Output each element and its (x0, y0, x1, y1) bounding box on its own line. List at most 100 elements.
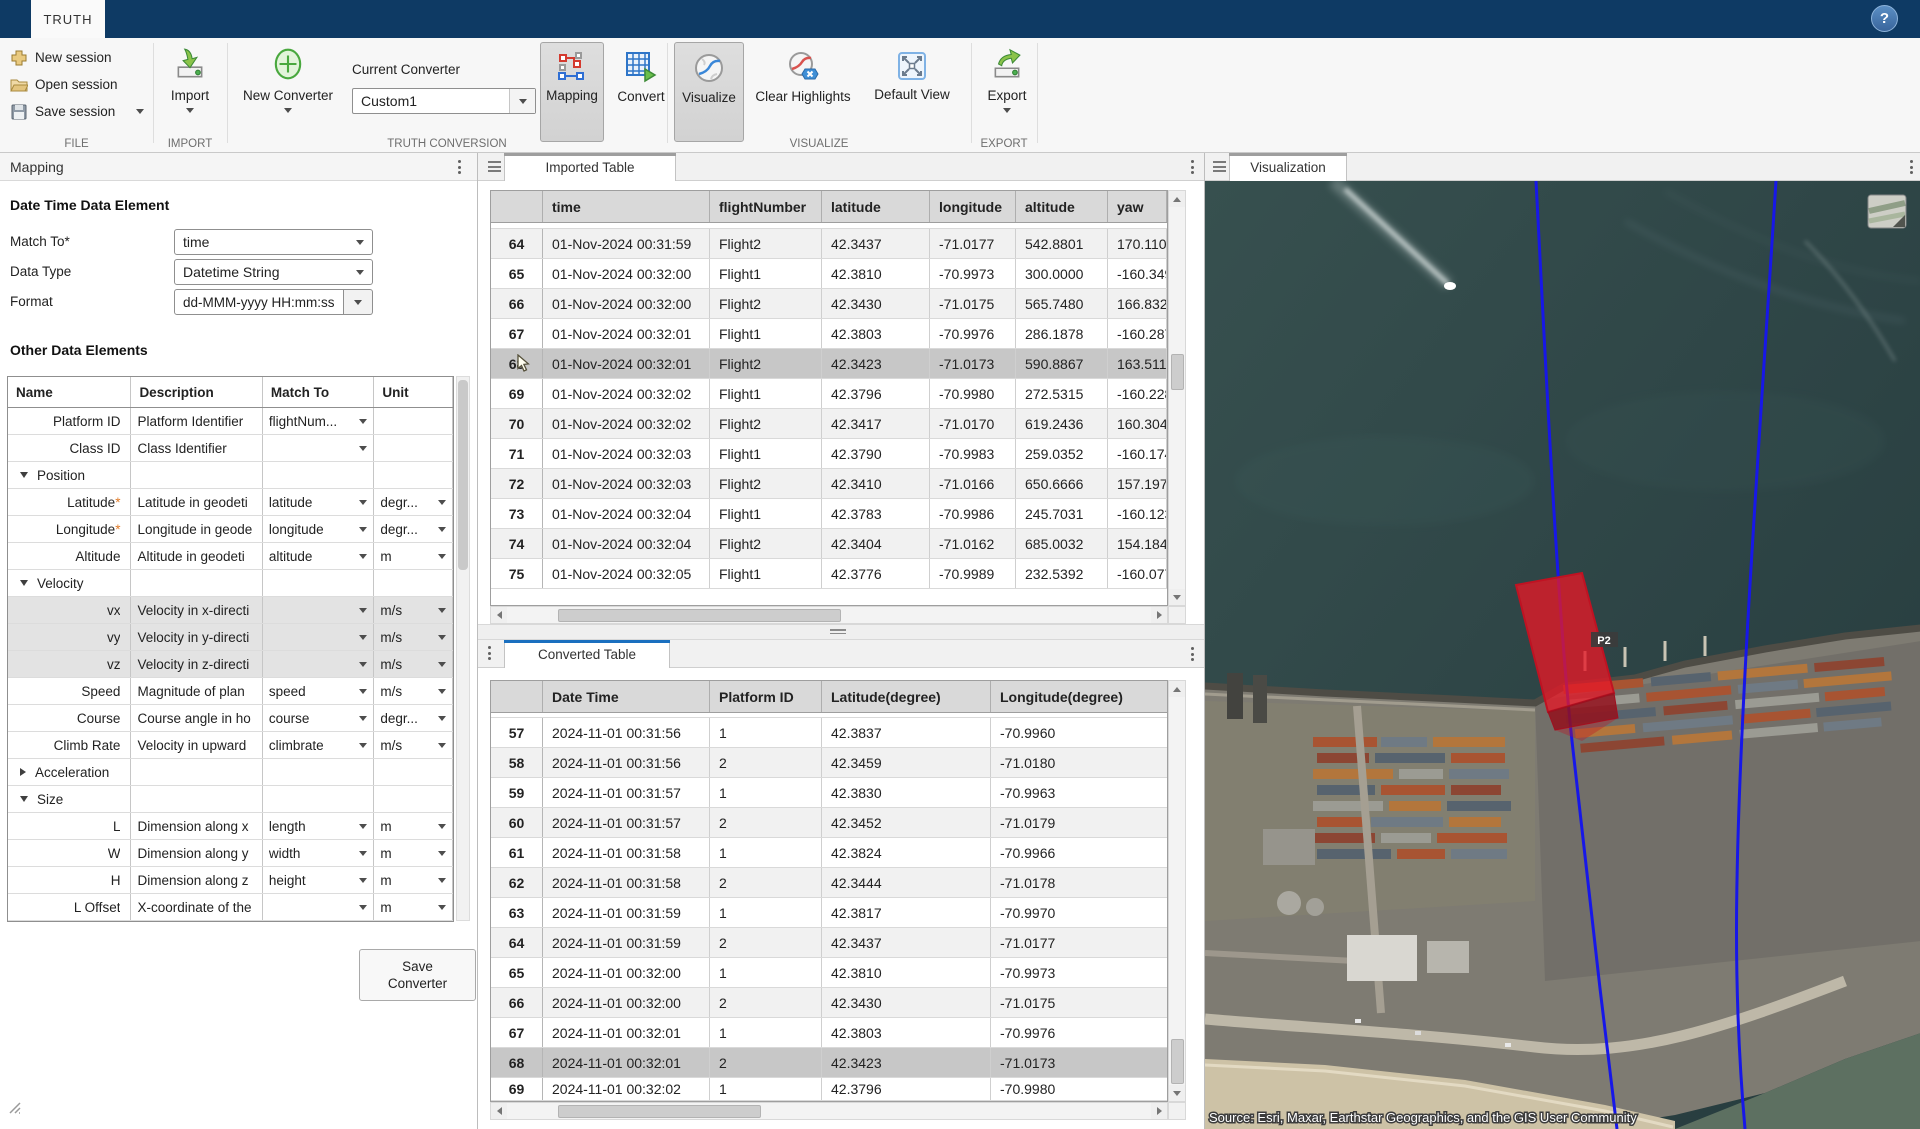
panel-menu-icon[interactable] (1191, 647, 1194, 661)
unit-cell[interactable]: m (374, 894, 453, 920)
scrollbar-thumb[interactable] (558, 1105, 761, 1118)
dropdown-arrow-icon[interactable] (438, 716, 446, 721)
dropdown-arrow-icon[interactable] (438, 662, 446, 667)
match-to-cell[interactable] (263, 651, 375, 677)
table-row[interactable]: 6601-Nov-2024 00:32:00Flight242.3430-71.… (491, 289, 1167, 319)
table-row[interactable]: 6801-Nov-2024 00:32:01Flight242.3423-71.… (491, 349, 1167, 379)
scrollbar-thumb[interactable] (1171, 1039, 1184, 1084)
table-row[interactable]: 572024-11-01 00:31:56142.3837-70.9960 (491, 718, 1167, 748)
dropdown-arrow-icon[interactable] (438, 527, 446, 532)
unit-cell[interactable]: m (374, 813, 453, 839)
table-row[interactable]: 642024-11-01 00:31:59242.3437-71.0177 (491, 928, 1167, 958)
table-row[interactable]: 672024-11-01 00:32:01142.3803-70.9976 (491, 1018, 1167, 1048)
table-row[interactable]: 6701-Nov-2024 00:32:01Flight142.3803-70.… (491, 319, 1167, 349)
mapping-row[interactable]: Acceleration (8, 759, 453, 786)
splitter-grip-icon[interactable] (830, 629, 846, 634)
column-header[interactable]: yaw (1108, 191, 1167, 222)
column-header[interactable] (491, 681, 543, 712)
mapping-row[interactable]: Size (8, 786, 453, 813)
expand-icon[interactable] (20, 768, 26, 776)
unit-cell[interactable] (374, 435, 453, 461)
table-row[interactable]: 602024-11-01 00:31:57242.3452-71.0179 (491, 808, 1167, 838)
dropdown-arrow-icon[interactable] (438, 824, 446, 829)
match-to-cell[interactable] (263, 597, 375, 623)
mapping-row[interactable]: SpeedMagnitude of planspeedm/s (8, 678, 453, 705)
scroll-left-icon[interactable] (491, 1103, 507, 1119)
mapping-row[interactable]: Position (8, 462, 453, 489)
map-image[interactable]: P2 Source: Esri, Maxar, Earthstar Geogra… (1205, 181, 1920, 1129)
mapping-row[interactable]: AltitudeAltitude in geodetialtitudem (8, 543, 453, 570)
column-header[interactable]: Name (8, 377, 131, 407)
match-to-cell[interactable] (263, 435, 375, 461)
match-to-cell[interactable]: latitude (263, 489, 375, 515)
dropdown-arrow-icon[interactable] (359, 419, 367, 424)
mapping-row[interactable]: LDimension along xlengthm (8, 813, 453, 840)
unit-cell[interactable]: m (374, 867, 453, 893)
column-header[interactable]: Unit (374, 377, 453, 407)
table-row[interactable]: 662024-11-01 00:32:00242.3430-71.0175 (491, 988, 1167, 1018)
converted-hscrollbar[interactable] (490, 1102, 1168, 1120)
table-row[interactable]: 7501-Nov-2024 00:32:05Flight142.3776-70.… (491, 559, 1167, 589)
column-header[interactable]: Match To (263, 377, 375, 407)
column-header[interactable]: Platform ID (710, 681, 822, 712)
match-to-cell[interactable]: flightNum... (263, 408, 375, 434)
match-to-cell[interactable]: longitude (263, 516, 375, 542)
unit-cell[interactable]: m/s (374, 624, 453, 650)
dropdown-arrow-icon[interactable] (359, 851, 367, 856)
dropdown-arrow-icon[interactable] (359, 824, 367, 829)
convert-button[interactable]: Convert (610, 42, 672, 142)
default-view-button[interactable]: Default View (862, 42, 962, 142)
mapping-toggle-button[interactable]: Mapping (540, 42, 604, 142)
column-header[interactable]: altitude (1016, 191, 1108, 222)
collapse-icon[interactable] (20, 472, 28, 478)
panel-drag-icon[interactable] (488, 646, 491, 660)
table-row[interactable]: 6401-Nov-2024 00:31:59Flight242.3437-71.… (491, 229, 1167, 259)
unit-cell[interactable]: m/s (374, 651, 453, 677)
match-to-cell[interactable]: width (263, 840, 375, 866)
match-to-cell[interactable] (263, 570, 374, 596)
dropdown-arrow-icon[interactable] (359, 878, 367, 883)
column-header[interactable] (491, 191, 543, 222)
save-converter-button[interactable]: Save Converter (359, 949, 476, 1001)
column-header[interactable]: Date Time (543, 681, 710, 712)
scroll-right-icon[interactable] (1151, 607, 1167, 623)
new-session-button[interactable]: New session (10, 44, 144, 71)
tab-visualization[interactable]: Visualization (1229, 153, 1347, 181)
mapping-row[interactable]: HDimension along zheightm (8, 867, 453, 894)
open-session-button[interactable]: Open session (10, 71, 144, 98)
dropdown-arrow-icon[interactable] (438, 635, 446, 640)
data-type-dropdown[interactable]: Datetime String (174, 259, 373, 285)
match-to-cell[interactable]: climbrate (263, 732, 375, 758)
dropdown-arrow-icon[interactable] (438, 608, 446, 613)
mapping-row[interactable]: Longitude*Longitude in geodelongitudedeg… (8, 516, 453, 543)
unit-cell[interactable]: m/s (374, 678, 453, 704)
dropdown-arrow-icon[interactable] (438, 905, 446, 910)
table-row[interactable]: 652024-11-01 00:32:00142.3810-70.9973 (491, 958, 1167, 988)
dropdown-arrow-icon[interactable] (359, 608, 367, 613)
table-row[interactable]: 622024-11-01 00:31:58242.3444-71.0178 (491, 868, 1167, 898)
converted-vscrollbar[interactable] (1168, 680, 1186, 1102)
save-session-button[interactable]: Save session (10, 98, 144, 125)
resize-grip-icon[interactable] (8, 1101, 22, 1120)
unit-cell[interactable]: m/s (374, 732, 453, 758)
scroll-down-icon[interactable] (1169, 589, 1185, 605)
dropdown-arrow-icon[interactable] (359, 716, 367, 721)
table-row[interactable]: 692024-11-01 00:32:02142.3796-70.9980 (491, 1078, 1167, 1101)
match-to-cell[interactable] (263, 462, 374, 488)
match-to-cell[interactable] (263, 624, 375, 650)
dropdown-arrow-icon[interactable] (359, 662, 367, 667)
table-row[interactable]: 7401-Nov-2024 00:32:04Flight242.3404-71.… (491, 529, 1167, 559)
export-dropdown-icon[interactable] (1003, 108, 1011, 113)
scroll-down-icon[interactable] (1169, 1085, 1185, 1101)
scrollbar-thumb[interactable] (1171, 354, 1184, 390)
clear-highlights-button[interactable]: Clear Highlights (750, 42, 856, 142)
dropdown-arrow-icon[interactable] (438, 689, 446, 694)
table-row[interactable]: 6901-Nov-2024 00:32:02Flight142.3796-70.… (491, 379, 1167, 409)
table-row[interactable]: 682024-11-01 00:32:01242.3423-71.0173 (491, 1048, 1167, 1078)
table-row[interactable]: 632024-11-01 00:31:59142.3817-70.9970 (491, 898, 1167, 928)
match-to-cell[interactable] (263, 894, 375, 920)
dropdown-arrow-icon[interactable] (359, 500, 367, 505)
table-row[interactable]: 582024-11-01 00:31:56242.3459-71.0180 (491, 748, 1167, 778)
save-session-dropdown-icon[interactable] (136, 109, 144, 114)
unit-cell[interactable]: degr... (374, 516, 453, 542)
